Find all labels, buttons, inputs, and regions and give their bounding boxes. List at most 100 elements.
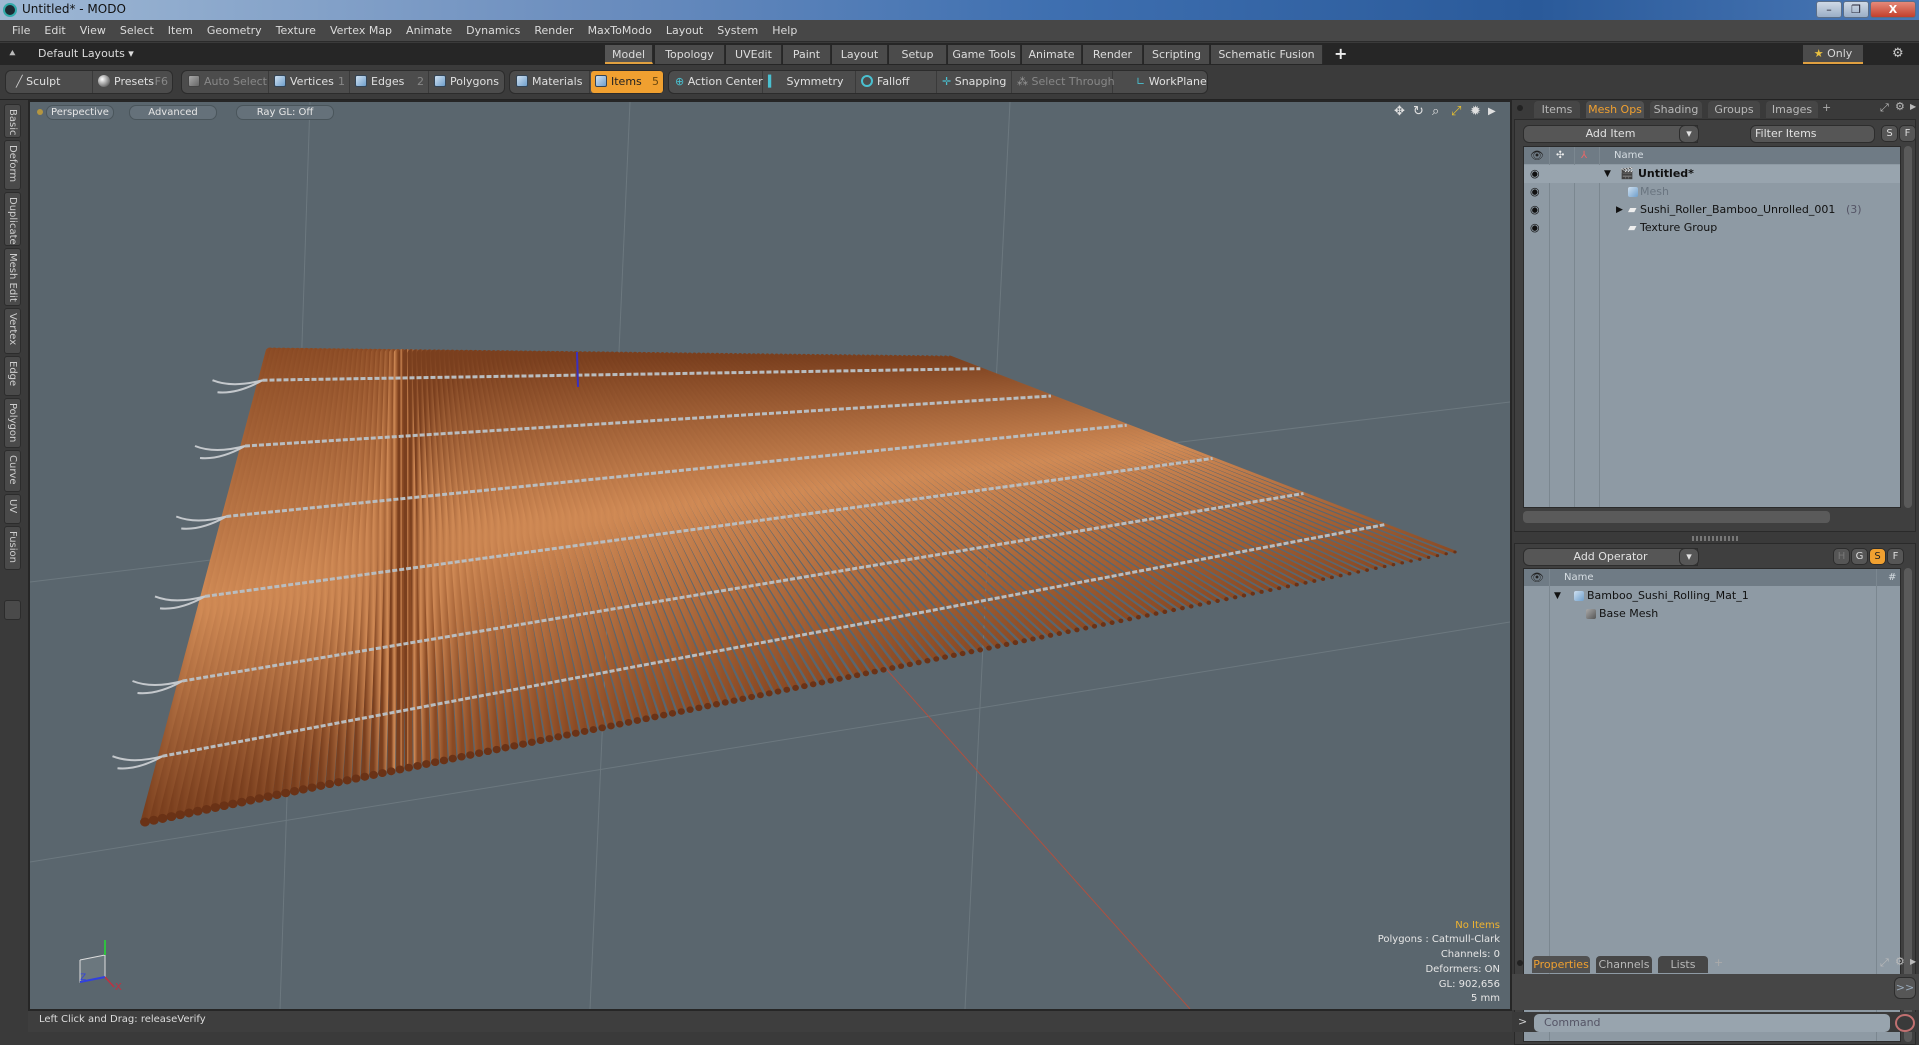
- tab-schematic-fusion[interactable]: Schematic Fusion: [1211, 45, 1323, 64]
- menu-texture[interactable]: Texture: [269, 20, 323, 42]
- vtab-uv[interactable]: UV: [4, 494, 21, 524]
- panel-expand-icon[interactable]: ⤢: [1880, 956, 1889, 970]
- 3d-viewport[interactable]: XZ Perspective Advanced Ray GL: Off ✥ ↻ …: [28, 100, 1512, 1011]
- menu-select[interactable]: Select: [113, 20, 161, 42]
- polygons-button[interactable]: Polygons: [430, 71, 504, 93]
- perspective-button[interactable]: Perspective: [46, 105, 114, 120]
- tab-mesh-ops[interactable]: Mesh Ops: [1586, 101, 1644, 118]
- tab-layout[interactable]: Layout: [832, 45, 888, 64]
- tab-lists[interactable]: Lists: [1658, 956, 1708, 973]
- tab-topology[interactable]: Topology: [655, 45, 725, 64]
- only-button[interactable]: ★ Only: [1803, 45, 1863, 64]
- visibility-toggle[interactable]: ◉: [1530, 201, 1540, 219]
- expand-properties-button[interactable]: >>: [1894, 977, 1916, 999]
- edges-button[interactable]: Edges 2: [351, 71, 429, 93]
- maximize-icon[interactable]: ⤢: [1451, 104, 1461, 119]
- f-button[interactable]: F: [1887, 548, 1904, 565]
- rotate-icon[interactable]: ↻: [1413, 104, 1424, 119]
- select-through-button[interactable]: ⁂ Select Through: [1013, 71, 1115, 93]
- scene-canvas[interactable]: XZ: [30, 102, 1510, 1009]
- tab-images[interactable]: Images: [1766, 101, 1818, 118]
- viewport-options-dot[interactable]: [37, 109, 43, 115]
- add-item-button[interactable]: Add Item: [1523, 125, 1698, 143]
- visibility-toggle[interactable]: ◉: [1530, 183, 1540, 201]
- vtab-basic[interactable]: Basic: [4, 104, 21, 138]
- tree-row-mesh[interactable]: ◉ Mesh: [1524, 183, 1900, 201]
- minimize-button[interactable]: –: [1816, 1, 1842, 18]
- vtab-duplicate[interactable]: Duplicate: [4, 192, 21, 246]
- visibility-toggle[interactable]: ◉: [1530, 219, 1540, 237]
- panel-resize-handle[interactable]: [1692, 536, 1738, 541]
- panel-menu-arrow-icon[interactable]: ▶: [1910, 102, 1916, 111]
- tree-row-texture-group[interactable]: ◉ ▰ Texture Group: [1524, 219, 1900, 237]
- add-tab-button[interactable]: +: [1822, 101, 1831, 114]
- menu-animate[interactable]: Animate: [399, 20, 459, 42]
- vtab-extra[interactable]: [4, 600, 21, 620]
- action-center-button[interactable]: ⊕ Action Center: [671, 71, 763, 93]
- filter-items-input[interactable]: Filter Items: [1750, 125, 1875, 143]
- panel-gear-icon[interactable]: ⚙: [1895, 955, 1905, 968]
- g-button[interactable]: G: [1851, 548, 1868, 565]
- tree-row-scene[interactable]: ◉ ▼ 🎬 Untitled*: [1524, 165, 1900, 183]
- pan-icon[interactable]: ✥: [1394, 104, 1405, 119]
- panel-menu-arrow-icon[interactable]: ▶: [1910, 957, 1916, 966]
- operator-row-mat[interactable]: ▼ Bamboo_Sushi_Rolling_Mat_1: [1524, 587, 1900, 605]
- tree-row-group[interactable]: ◉ ▶ ▰ Sushi_Roller_Bamboo_Unrolled_001 (…: [1524, 201, 1900, 219]
- zoom-icon[interactable]: ⌕: [1432, 104, 1439, 119]
- tab-items[interactable]: Items: [1534, 101, 1580, 118]
- tab-scripting[interactable]: Scripting: [1144, 45, 1210, 64]
- menu-geometry[interactable]: Geometry: [200, 20, 269, 42]
- item-tree-h-scrollbar[interactable]: [1523, 511, 1830, 523]
- vtab-polygon[interactable]: Polygon: [4, 398, 21, 448]
- workplane-button[interactable]: ∟ WorkPlane: [1132, 71, 1207, 93]
- vtab-curve[interactable]: Curve: [4, 450, 21, 492]
- tab-setup[interactable]: Setup: [889, 45, 947, 64]
- tab-model[interactable]: Model: [605, 45, 653, 64]
- record-icon[interactable]: [1895, 1014, 1915, 1032]
- menu-render[interactable]: Render: [527, 20, 580, 42]
- menu-layout[interactable]: Layout: [659, 20, 710, 42]
- tab-paint[interactable]: Paint: [783, 45, 831, 64]
- item-tree-scrollbar[interactable]: [1904, 146, 1912, 508]
- layout-up-icon[interactable]: ⯅: [8, 47, 17, 61]
- command-input[interactable]: Command: [1534, 1014, 1890, 1032]
- add-layout-tab-button[interactable]: +: [1334, 44, 1347, 63]
- auto-select-button[interactable]: Auto Select: [184, 71, 269, 93]
- add-operator-button[interactable]: Add Operator: [1523, 548, 1698, 566]
- panel-gear-icon[interactable]: ⚙: [1895, 100, 1905, 113]
- falloff-button[interactable]: Falloff: [857, 71, 937, 93]
- expand-arrow-icon[interactable]: ▶: [1488, 106, 1496, 117]
- close-button[interactable]: X: [1870, 1, 1916, 18]
- raygl-button[interactable]: Ray GL: Off: [236, 105, 334, 120]
- items-button[interactable]: Items 5: [591, 71, 663, 93]
- add-operator-dropdown[interactable]: ▾: [1679, 548, 1699, 566]
- panel-expand-icon[interactable]: ⤢: [1880, 101, 1889, 115]
- menu-help[interactable]: Help: [765, 20, 804, 42]
- s-button[interactable]: S: [1869, 548, 1886, 565]
- maximize-button[interactable]: ❐: [1843, 1, 1869, 18]
- visibility-toggle[interactable]: ◉: [1530, 165, 1540, 183]
- menu-maxtomodo[interactable]: MaxToModo: [581, 20, 659, 42]
- h-button[interactable]: H: [1833, 548, 1850, 565]
- menu-edit[interactable]: Edit: [37, 20, 72, 42]
- menu-view[interactable]: View: [73, 20, 113, 42]
- panel-dot-icon[interactable]: [1517, 105, 1523, 111]
- operator-row-base-mesh[interactable]: Base Mesh: [1524, 605, 1900, 623]
- menu-item[interactable]: Item: [161, 20, 200, 42]
- collapse-arrow-icon[interactable]: ▼: [1554, 587, 1561, 605]
- tab-uvedit[interactable]: UVEdit: [726, 45, 782, 64]
- vtab-edge[interactable]: Edge: [4, 356, 21, 396]
- add-item-dropdown[interactable]: ▾: [1679, 125, 1699, 143]
- presets-button[interactable]: Presets F6: [94, 71, 172, 93]
- menu-vertex-map[interactable]: Vertex Map: [323, 20, 399, 42]
- vtab-vertex[interactable]: Vertex: [4, 308, 21, 354]
- tab-animate[interactable]: Animate: [1022, 45, 1082, 64]
- vtab-deform[interactable]: Deform: [4, 140, 21, 190]
- panel-dot-icon[interactable]: [1517, 960, 1523, 966]
- snapping-button[interactable]: ✛ Snapping: [938, 71, 1012, 93]
- add-tab-button[interactable]: +: [1714, 956, 1723, 969]
- vertices-button[interactable]: Vertices 1: [270, 71, 350, 93]
- menu-system[interactable]: System: [710, 20, 765, 42]
- tab-shading[interactable]: Shading: [1650, 101, 1702, 118]
- vtab-mesh-edit[interactable]: Mesh Edit: [4, 248, 21, 306]
